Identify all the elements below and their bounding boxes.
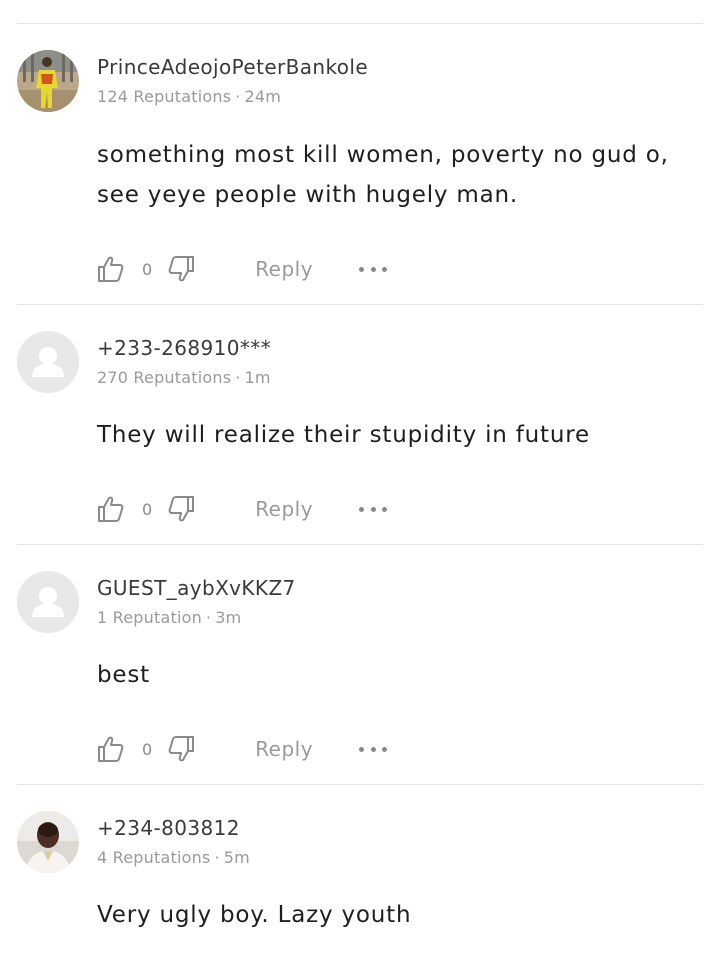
comment-text: something most kill women, poverty no gu… (97, 142, 669, 208)
user-photo-icon (17, 811, 79, 873)
timestamp: 3m (215, 608, 242, 627)
thumbs-up-icon[interactable] (96, 254, 126, 284)
divider (17, 784, 703, 785)
avatar[interactable] (17, 571, 79, 633)
thumbs-down-icon[interactable] (166, 734, 196, 764)
meta-separator: · (205, 608, 212, 627)
comment-meta: 124 Reputations · 24m (97, 87, 281, 106)
avatar[interactable] (17, 331, 79, 393)
divider (17, 544, 703, 545)
default-avatar-icon (17, 331, 79, 393)
timestamp: 5m (223, 848, 250, 867)
meta-separator: · (235, 87, 241, 106)
more-options-icon[interactable] (359, 259, 388, 279)
username[interactable]: GUEST_aybXvKKZ7 (97, 576, 296, 600)
username[interactable]: PrinceAdeojoPeterBankole (97, 55, 368, 79)
thumbs-down-icon[interactable] (166, 494, 196, 524)
reply-button[interactable]: Reply (255, 257, 313, 281)
divider (17, 304, 703, 305)
comment-meta: 1 Reputation · 3m (97, 608, 241, 627)
reputation-label: 4 Reputations (97, 848, 211, 867)
comment-meta: 4 Reputations · 5m (97, 848, 250, 867)
avatar[interactable] (17, 50, 79, 112)
user-photo-icon (17, 50, 79, 112)
reputation-label: 124 Reputations (97, 87, 232, 106)
reply-button[interactable]: Reply (255, 497, 313, 521)
comment-meta: 270 Reputations · 1m (97, 368, 271, 387)
comment-text: Very ugly boy. Lazy youth (97, 902, 412, 928)
comment-actions: 0 Reply (96, 253, 388, 285)
like-count: 0 (142, 499, 153, 519)
timestamp: 1m (244, 368, 271, 387)
more-options-icon[interactable] (359, 499, 388, 519)
like-count: 0 (142, 739, 153, 759)
comment-actions: 0 Reply (96, 493, 388, 525)
reputation-label: 1 Reputation (97, 608, 202, 627)
timestamp: 24m (244, 87, 282, 106)
more-options-icon[interactable] (359, 739, 388, 759)
username[interactable]: +233-268910*** (97, 336, 271, 360)
username[interactable]: +234-803812 (97, 816, 240, 840)
comment-text: best (97, 662, 150, 688)
reputation-label: 270 Reputations (97, 368, 232, 387)
comment-actions: 0 Reply (96, 733, 388, 765)
meta-separator: · (235, 368, 241, 387)
like-count: 0 (142, 259, 153, 279)
thumbs-up-icon[interactable] (96, 734, 126, 764)
comment-text: They will realize their stupidity in fut… (97, 422, 590, 448)
avatar[interactable] (17, 811, 79, 873)
reply-button[interactable]: Reply (255, 737, 313, 761)
thumbs-up-icon[interactable] (96, 494, 126, 524)
thumbs-down-icon[interactable] (166, 254, 196, 284)
default-avatar-icon (17, 571, 79, 633)
divider (17, 23, 703, 24)
meta-separator: · (214, 848, 220, 867)
